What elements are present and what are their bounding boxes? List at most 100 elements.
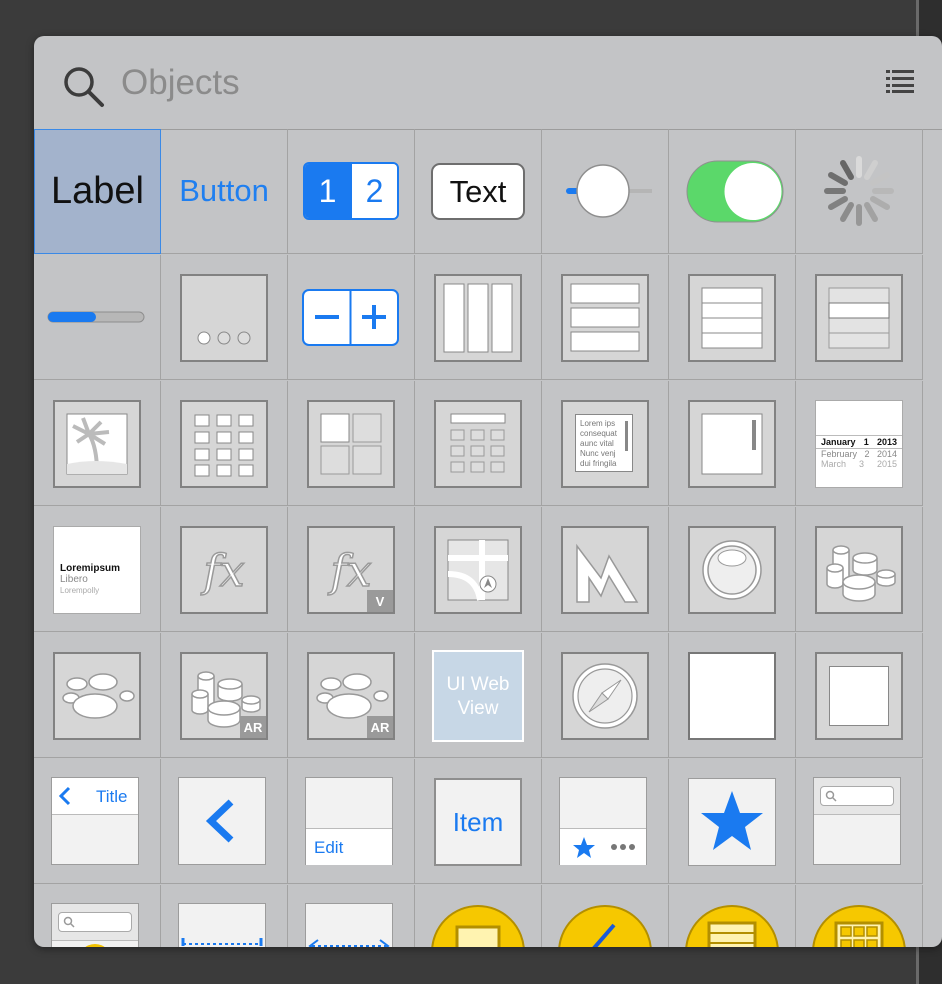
- v-badge: V: [367, 590, 393, 612]
- picker-selected-row: Loremipsum: [60, 563, 121, 574]
- view-object-fx[interactable]: fx V: [288, 507, 415, 632]
- search-icon: [825, 790, 837, 802]
- arkit-scenekit-view-object[interactable]: AR: [161, 633, 288, 758]
- collection-view-controller-object[interactable]: [796, 885, 923, 947]
- date-month: February: [821, 449, 858, 459]
- date-day: 3: [858, 459, 864, 469]
- navigation-bar-object[interactable]: Title: [34, 759, 161, 884]
- date-picker-row: February 2 2014: [816, 449, 902, 459]
- collection-view-tile: [180, 400, 268, 488]
- date-day: 2: [864, 449, 870, 459]
- navigation-item-object[interactable]: [161, 759, 288, 884]
- list-view-icon[interactable]: [886, 69, 914, 94]
- search-icon: [63, 916, 75, 928]
- storyboard-reference-object[interactable]: [542, 885, 669, 947]
- horizontal-stack-tile: [434, 274, 522, 362]
- star-icon: [701, 791, 763, 850]
- search-input[interactable]: [121, 60, 621, 106]
- layout-guide-object[interactable]: [161, 885, 288, 947]
- image-view-object[interactable]: [34, 381, 161, 506]
- switch-icon: [686, 160, 784, 223]
- picker-view-object[interactable]: Loremipsum Libero Lorempolly: [34, 507, 161, 632]
- bar-button-item-object[interactable]: Item: [415, 759, 542, 884]
- tab-bar-object[interactable]: [542, 759, 669, 884]
- slider-object[interactable]: [542, 129, 669, 254]
- collection-view-cell-object[interactable]: [288, 381, 415, 506]
- text-field-preview: Text: [431, 163, 525, 220]
- label-object[interactable]: Label: [34, 129, 161, 254]
- view-object[interactable]: [669, 633, 796, 758]
- view-fx-tile: fx V: [307, 526, 395, 614]
- table-view-object[interactable]: [669, 255, 796, 380]
- sprite-scene-tile: [53, 652, 141, 740]
- text-field-object[interactable]: Text: [415, 129, 542, 254]
- web-view-object[interactable]: UI Web View: [415, 633, 542, 758]
- view-controller-icon: [431, 905, 525, 947]
- container-view-object[interactable]: [796, 633, 923, 758]
- text-view-object[interactable]: Lorem ips consequat aunc vital Nunc venj…: [542, 381, 669, 506]
- view-controller-object[interactable]: [415, 885, 542, 947]
- horizontal-layout-guide-object[interactable]: [288, 885, 415, 947]
- activity-indicator-object[interactable]: [796, 129, 923, 254]
- collection-view-object[interactable]: [161, 381, 288, 506]
- search-display-controller-object[interactable]: [34, 885, 161, 947]
- layout-guide-icon: [181, 938, 263, 946]
- search-display-field: [58, 912, 132, 932]
- storyboard-reference-icon: [558, 905, 652, 947]
- button-object-text: Button: [179, 173, 269, 208]
- toolbar-tile: Edit: [305, 777, 393, 865]
- page-control-tile: [180, 274, 268, 362]
- compass-icon: [572, 663, 638, 729]
- table-view-controller-object[interactable]: [669, 885, 796, 947]
- image-view-tile: [53, 400, 141, 488]
- progress-view-icon: [47, 311, 145, 323]
- table-view-tile: [688, 274, 776, 362]
- date-year: 2014: [876, 449, 897, 459]
- table-view-icon: [701, 287, 763, 349]
- collection-view-controller-icon: [812, 905, 906, 947]
- arkit-spritekit-view-object[interactable]: AR: [288, 633, 415, 758]
- date-picker-object[interactable]: January 1 2013 February 2 2014 March 3 2…: [796, 381, 923, 506]
- spritekit-scene-object[interactable]: [34, 633, 161, 758]
- picker-view-preview: Loremipsum Libero Lorempolly: [60, 563, 120, 596]
- double-arrow-icon: [308, 939, 390, 947]
- container-view-tile: [815, 652, 903, 740]
- progress-view-object[interactable]: [34, 255, 161, 380]
- horizontal-stack-icon: [443, 283, 513, 353]
- scroll-view-object[interactable]: [669, 381, 796, 506]
- search-bar-tile: [813, 777, 901, 865]
- arkit-spritekit-tile: AR: [307, 652, 395, 740]
- tab-bar-item-object[interactable]: [669, 759, 796, 884]
- stepper-object[interactable]: [288, 255, 415, 380]
- metal-icon: [576, 543, 639, 603]
- switch-object[interactable]: [669, 129, 796, 254]
- ar-badge: AR: [240, 716, 266, 738]
- metal-view-tile: [561, 526, 649, 614]
- search-icon: [64, 67, 104, 107]
- collection-reusable-view-object[interactable]: [415, 381, 542, 506]
- search-bar-object[interactable]: [796, 759, 923, 884]
- arkit-scenekit-tile: AR: [180, 652, 268, 740]
- vertical-stack-tile: [561, 274, 649, 362]
- map-view-tile: [434, 526, 522, 614]
- table-view-cell-tile: [815, 274, 903, 362]
- layout-guide-tile: [178, 903, 266, 947]
- metal-kit-view-object[interactable]: [542, 507, 669, 632]
- horizontal-stack-view-object[interactable]: [415, 255, 542, 380]
- wkwebview-object[interactable]: [542, 633, 669, 758]
- cloud-shapes-icon: [62, 673, 135, 719]
- wkwebview-tile: [561, 652, 649, 740]
- vertical-stack-view-object[interactable]: [542, 255, 669, 380]
- scenekit-view-object[interactable]: [669, 507, 796, 632]
- toolbar-object[interactable]: Edit: [288, 759, 415, 884]
- map-kit-view-object[interactable]: [415, 507, 542, 632]
- spritekit-view-object[interactable]: [796, 507, 923, 632]
- navigation-item-tile: [178, 777, 266, 865]
- segmented-control-object[interactable]: 1 2: [288, 129, 415, 254]
- object-object[interactable]: fx: [161, 507, 288, 632]
- spritekit-view-tile: [815, 526, 903, 614]
- collection-reusable-tile: [434, 400, 522, 488]
- button-object[interactable]: Button: [161, 129, 288, 254]
- page-control-object[interactable]: [161, 255, 288, 380]
- table-view-cell-object[interactable]: [796, 255, 923, 380]
